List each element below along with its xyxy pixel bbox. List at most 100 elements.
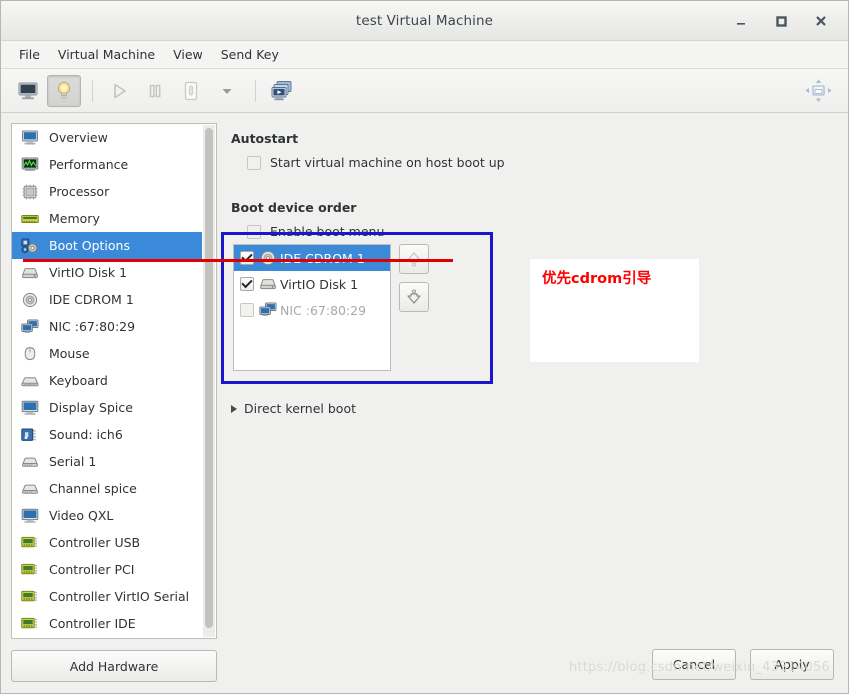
sidebar-item-label: Performance <box>49 157 129 172</box>
cdrom-icon <box>20 291 40 309</box>
sidebar-scrollbar-thumb[interactable] <box>205 128 213 628</box>
autostart-checkbox-label: Start virtual machine on host boot up <box>270 155 505 170</box>
enable-boot-menu-row[interactable]: Enable boot menu <box>247 224 832 239</box>
menu-view[interactable]: View <box>164 44 212 65</box>
monitor-icon <box>20 129 40 147</box>
content-area: Overview Performance Processor Memory Boot O… <box>1 113 848 693</box>
serial-icon <box>20 480 40 498</box>
sidebar-item-serial-1[interactable]: Serial 1 <box>12 448 202 475</box>
sidebar-item-label: VirtIO Disk 1 <box>49 265 128 280</box>
show-console-icon[interactable] <box>11 75 45 107</box>
boot-device-label: VirtIO Disk 1 <box>280 276 359 292</box>
boot-device-list[interactable]: IDE CDROM 1 VirtIO Disk 1 NIC :67:80:29 <box>233 244 391 371</box>
shutdown-dropdown-icon[interactable] <box>210 75 244 107</box>
close-icon[interactable] <box>810 10 832 32</box>
enable-boot-menu-checkbox[interactable] <box>247 224 261 239</box>
serial-icon <box>20 453 40 471</box>
sidebar-item-boot-options[interactable]: Boot Options <box>12 232 202 259</box>
move-down-button[interactable] <box>399 282 429 312</box>
sidebar-item-label: Channel spice <box>49 481 137 496</box>
boot-device-label: IDE CDROM 1 <box>280 250 365 266</box>
sidebar-item-controller-usb[interactable]: Controller USB <box>12 529 202 556</box>
sidebar-item-label: NIC :67:80:29 <box>49 319 136 334</box>
add-hardware-area: Add Hardware <box>11 639 217 682</box>
sidebar-item-controller-pci[interactable]: Controller PCI <box>12 556 202 583</box>
sidebar-item-controller-virtio-serial[interactable]: Controller VirtIO Serial <box>12 583 202 610</box>
show-details-lightbulb-icon[interactable] <box>47 74 81 107</box>
sidebar-panel: Overview Performance Processor Memory Boot O… <box>1 113 217 693</box>
sidebar-item-label: Boot Options <box>49 238 130 253</box>
sidebar-item-label: Controller VirtIO Serial <box>49 589 190 604</box>
boot-order-arrows <box>399 244 429 312</box>
direct-kernel-boot-label: Direct kernel boot <box>244 401 356 416</box>
sidebar-item-processor[interactable]: Processor <box>12 178 202 205</box>
sidebar-item-overview[interactable]: Overview <box>12 124 202 151</box>
sidebar-item-mouse[interactable]: Mouse <box>12 340 202 367</box>
sidebar-item-label: Controller PCI <box>49 562 135 577</box>
window-controls <box>730 1 840 41</box>
display-icon <box>20 507 40 525</box>
boot-device-checkbox[interactable] <box>240 303 254 317</box>
fullscreen-resize-icon[interactable] <box>802 75 834 107</box>
menu-bar: File Virtual Machine View Send Key <box>1 41 848 69</box>
disk-icon <box>20 264 40 282</box>
sidebar-item-sound-ich6[interactable]: Sound: ich6 <box>12 421 202 448</box>
boot-device-item[interactable]: NIC :67:80:29 <box>234 297 390 323</box>
sidebar-item-label: Memory <box>49 211 100 226</box>
shutdown-icon[interactable] <box>174 75 208 107</box>
sidebar-item-performance[interactable]: Performance <box>12 151 202 178</box>
menu-send-key[interactable]: Send Key <box>212 44 288 65</box>
controller-icon <box>20 534 40 552</box>
sidebar-item-controller-ide[interactable]: Controller IDE <box>12 610 202 637</box>
sidebar-item-label: Sound: ich6 <box>49 427 123 442</box>
controller-icon <box>20 588 40 606</box>
sidebar-item-label: Keyboard <box>49 373 108 388</box>
boot-device-checkbox[interactable] <box>240 251 254 265</box>
sidebar-item-video-qxl[interactable]: Video QXL <box>12 502 202 529</box>
watermark-text: https://blog.csdn.net/weixin_43314056 <box>569 660 830 675</box>
snapshots-icon[interactable] <box>265 75 299 107</box>
virt-manager-window: test Virtual Machine File Virtual Machin… <box>0 0 849 694</box>
sidebar-item-label: Overview <box>49 130 108 145</box>
autostart-title: Autostart <box>231 131 299 146</box>
menu-virtual-machine[interactable]: Virtual Machine <box>49 44 164 65</box>
autostart-checkbox[interactable] <box>247 155 261 170</box>
graph-icon <box>20 156 40 174</box>
enable-boot-menu-label: Enable boot menu <box>270 224 385 239</box>
title-bar: test Virtual Machine <box>1 1 848 41</box>
boot-device-item[interactable]: VirtIO Disk 1 <box>234 271 390 297</box>
network-icon <box>259 302 277 318</box>
sidebar-item-channel-spice[interactable]: Channel spice <box>12 475 202 502</box>
boot-device-order-title: Boot device order <box>231 200 357 215</box>
hardware-list[interactable]: Overview Performance Processor Memory Boot O… <box>11 123 217 639</box>
sidebar-item-nic-67-80-29[interactable]: NIC :67:80:29 <box>12 313 202 340</box>
sidebar-item-virtio-disk-1[interactable]: VirtIO Disk 1 <box>12 259 202 286</box>
maximize-icon[interactable] <box>770 10 792 32</box>
cdrom-icon <box>259 250 277 266</box>
menu-file[interactable]: File <box>10 44 49 65</box>
direct-kernel-boot-expander[interactable]: Direct kernel boot <box>231 401 356 416</box>
boot-gears-icon <box>20 237 40 255</box>
annotation-red-line <box>23 259 453 262</box>
add-hardware-button[interactable]: Add Hardware <box>11 650 217 682</box>
minimize-icon[interactable] <box>730 10 752 32</box>
autostart-checkbox-row[interactable]: Start virtual machine on host boot up <box>247 155 832 170</box>
boot-device-item[interactable]: IDE CDROM 1 <box>234 245 390 271</box>
sidebar-item-display-spice[interactable]: Display Spice <box>12 394 202 421</box>
hardware-list-items: Overview Performance Processor Memory Boot O… <box>12 124 202 637</box>
pause-icon[interactable] <box>138 75 172 107</box>
annotation-text: 优先cdrom引导 <box>542 271 652 287</box>
sidebar-item-label: Video QXL <box>49 508 114 523</box>
run-play-icon[interactable] <box>102 75 136 107</box>
annotation-box: 优先cdrom引导 <box>530 259 699 362</box>
sidebar-item-ide-cdrom-1[interactable]: IDE CDROM 1 <box>12 286 202 313</box>
sidebar-item-memory[interactable]: Memory <box>12 205 202 232</box>
controller-icon <box>20 615 40 633</box>
sidebar-item-keyboard[interactable]: Keyboard <box>12 367 202 394</box>
sidebar-scrollbar[interactable] <box>203 125 215 637</box>
network-icon <box>20 318 40 336</box>
disk-icon <box>259 276 277 292</box>
sidebar-item-label: IDE CDROM 1 <box>49 292 134 307</box>
boot-device-checkbox[interactable] <box>240 277 254 291</box>
